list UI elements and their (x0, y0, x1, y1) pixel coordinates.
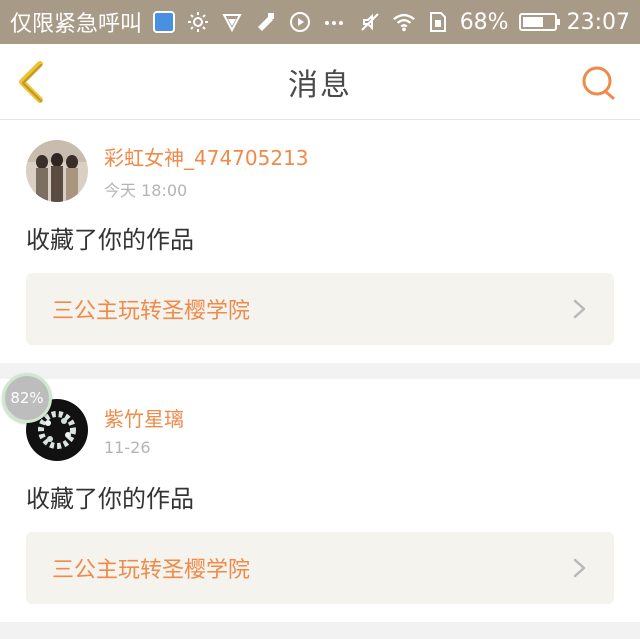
message-time: 11-26 (104, 438, 151, 457)
message-item[interactable]: 紫竹星璃 11-26 收藏了你的作品 三公主玩转圣樱学院 (0, 379, 640, 622)
avatar[interactable] (26, 140, 88, 202)
sim-icon (426, 10, 450, 34)
message-header: 紫竹星璃 11-26 (26, 399, 614, 461)
page-title: 消息 (288, 67, 352, 103)
status-left: 仅限紧急呼叫 (10, 6, 346, 38)
carrier-text: 仅限紧急呼叫 (10, 12, 143, 37)
nav-bar: 消息 (0, 44, 640, 120)
message-meta: 紫竹星璃 11-26 (104, 403, 184, 457)
vpn-icon (220, 10, 244, 34)
search-icon[interactable] (580, 64, 618, 102)
more-icon (322, 10, 346, 34)
message-list: 彩虹女神_474705213 今天 18:00 收藏了你的作品 三公主玩转圣樱学… (0, 120, 640, 622)
wifi-icon (392, 10, 416, 34)
chevron-left-icon[interactable] (14, 60, 54, 104)
user-name[interactable]: 彩虹女神_474705213 (104, 142, 309, 171)
clock: 23:07 (566, 9, 630, 35)
battery-percent: 68% (459, 9, 509, 35)
tool-icon (254, 10, 278, 34)
message-meta: 彩虹女神_474705213 今天 18:00 (104, 142, 309, 201)
status-bar: 仅限紧急呼叫 68% 23:07 (0, 0, 640, 44)
floating-badge-text: 82% (10, 389, 44, 407)
chevron-right-icon (573, 299, 586, 319)
mute-icon (358, 10, 382, 34)
work-title: 三公主玩转圣樱学院 (52, 299, 251, 324)
message-header: 彩虹女神_474705213 今天 18:00 (26, 140, 614, 202)
chevron-right-icon (573, 558, 586, 578)
message-text: 收藏了你的作品 (26, 485, 194, 513)
user-name[interactable]: 紫竹星璃 (104, 403, 184, 432)
status-right: 68% 23:07 (358, 10, 630, 35)
work-link[interactable]: 三公主玩转圣樱学院 (26, 532, 614, 604)
floating-progress-badge[interactable]: 82% (2, 373, 52, 423)
sun-icon (186, 10, 210, 34)
play-icon (288, 10, 312, 34)
message-time: 今天 18:00 (104, 180, 188, 200)
work-title: 三公主玩转圣樱学院 (52, 558, 251, 583)
message-text: 收藏了你的作品 (26, 226, 194, 254)
message-item[interactable]: 彩虹女神_474705213 今天 18:00 收藏了你的作品 三公主玩转圣樱学… (0, 120, 640, 363)
battery-icon (518, 13, 560, 31)
shield-icon (152, 10, 176, 34)
work-link[interactable]: 三公主玩转圣樱学院 (26, 273, 614, 345)
